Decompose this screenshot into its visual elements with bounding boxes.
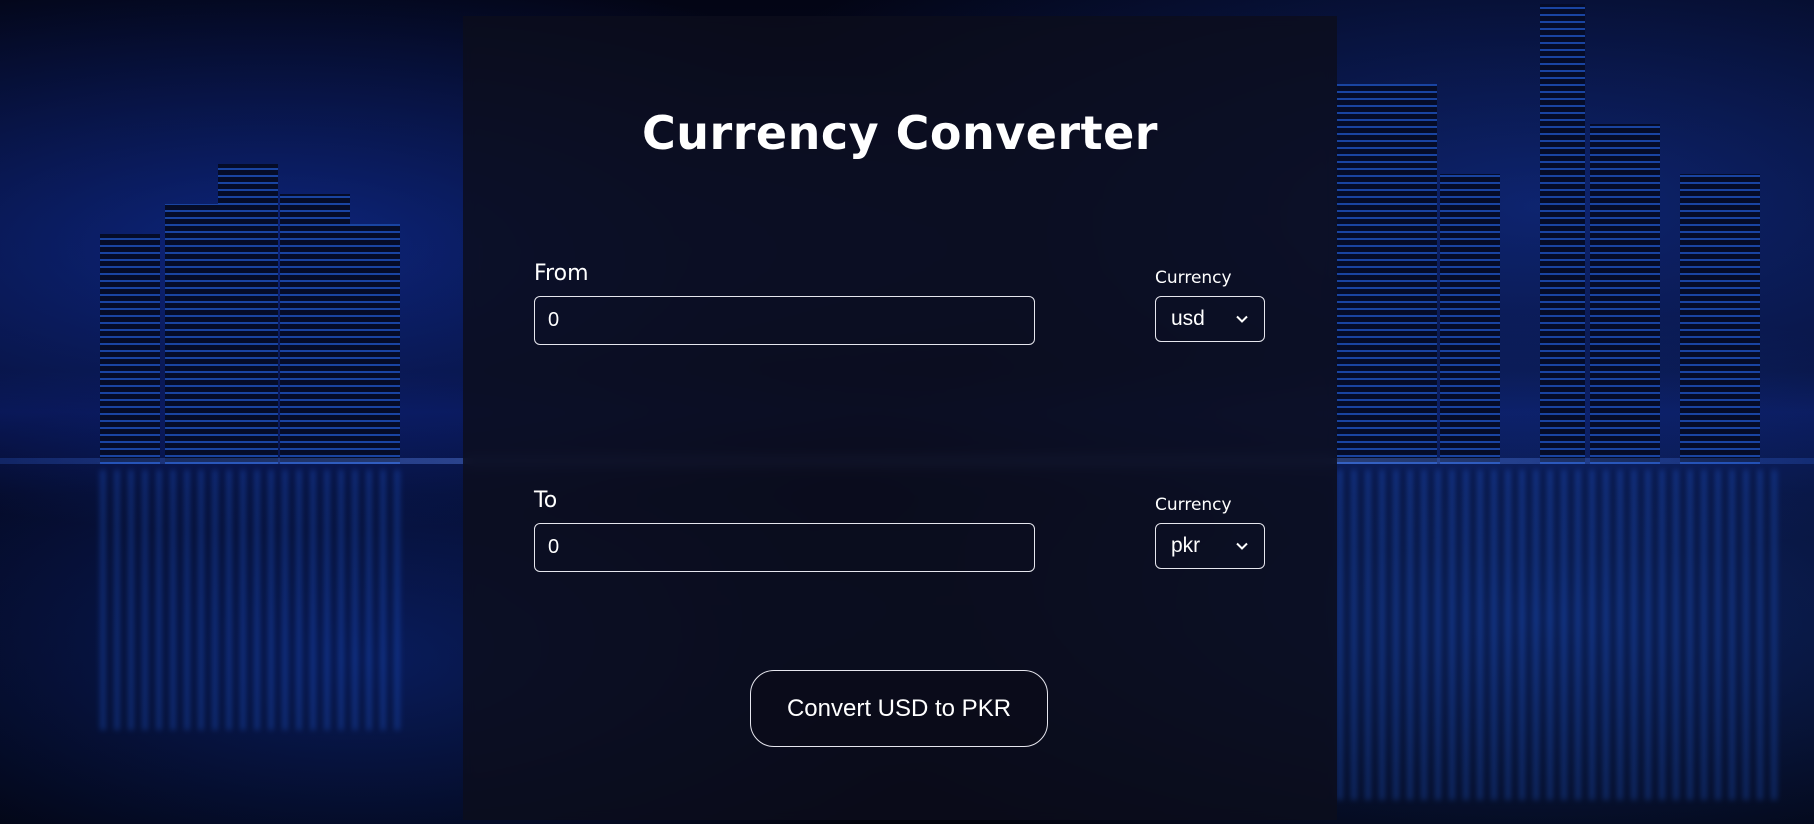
building-silhouette bbox=[280, 194, 350, 464]
to-currency-value: pkr bbox=[1171, 534, 1201, 557]
building-silhouette bbox=[218, 164, 278, 464]
building-silhouette bbox=[345, 224, 400, 464]
to-currency-label: Currency bbox=[1155, 495, 1232, 515]
water-reflection bbox=[100, 470, 400, 730]
chevron-down-icon bbox=[1236, 315, 1248, 323]
water-reflection bbox=[1337, 470, 1777, 800]
to-label: To bbox=[534, 488, 558, 513]
building-silhouette bbox=[1337, 84, 1437, 464]
building-silhouette bbox=[1680, 174, 1760, 464]
convert-button[interactable]: Convert USD to PKR bbox=[750, 670, 1048, 747]
building-silhouette bbox=[165, 204, 220, 464]
page-title: Currency Converter bbox=[642, 106, 1158, 160]
from-amount-input[interactable] bbox=[534, 296, 1035, 345]
chevron-down-icon bbox=[1236, 542, 1248, 550]
from-currency-label: Currency bbox=[1155, 268, 1232, 288]
from-currency-select[interactable]: usd bbox=[1155, 296, 1265, 342]
building-silhouette bbox=[100, 234, 160, 464]
from-currency-value: usd bbox=[1171, 307, 1205, 330]
to-currency-select[interactable]: pkr bbox=[1155, 523, 1265, 569]
building-silhouette bbox=[1440, 174, 1500, 464]
to-amount-input[interactable] bbox=[534, 523, 1035, 572]
building-silhouette bbox=[1590, 124, 1660, 464]
from-label: From bbox=[534, 261, 589, 286]
building-silhouette bbox=[1540, 4, 1585, 464]
converter-panel: Currency Converter From Currency usd To … bbox=[463, 16, 1337, 820]
